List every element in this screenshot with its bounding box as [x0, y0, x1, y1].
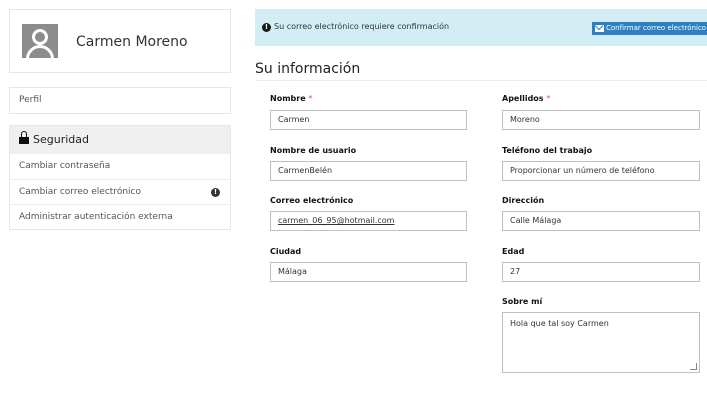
lock-icon	[19, 131, 29, 144]
sidebar-item-change-email-label: Cambiar correo electrónico	[19, 187, 141, 197]
direccion-label: Dirección	[502, 196, 545, 205]
correo-label: Correo electrónico	[270, 196, 354, 205]
sidebar-item-perfil[interactable]: Perfil	[10, 88, 230, 113]
sidebar-item-external-auth[interactable]: Administrar autenticación externa	[10, 204, 230, 229]
nombre-label: Nombre *	[270, 94, 312, 103]
confirm-email-button[interactable]: Confirmar correo electrónico	[592, 22, 707, 35]
telefono-field[interactable]: Proporcionar un número de teléfono	[502, 161, 700, 181]
apellidos-label-text: Apellidos	[502, 94, 544, 103]
sidebar-item-change-password[interactable]: Cambiar contraseña	[10, 154, 230, 179]
section-title: Su información	[255, 61, 361, 77]
apellidos-required-mark: *	[546, 94, 551, 103]
nombre-required-mark: *	[308, 94, 313, 103]
sobre-label: Sobre mí	[502, 297, 543, 306]
security-heading-label: Seguridad	[33, 133, 89, 146]
edad-field[interactable]: 27	[502, 262, 700, 282]
envelope-icon	[595, 25, 604, 32]
warning-icon: !	[211, 188, 220, 197]
correo-value: carmen_06_95@hotmail.com	[278, 216, 395, 225]
sobre-value: Hola que tal soy Carmen	[510, 319, 609, 328]
apellidos-label: Apellidos *	[502, 94, 550, 103]
confirm-email-button-label: Confirmar correo electrónico	[606, 24, 707, 32]
sobre-textarea[interactable]: Hola que tal soy Carmen	[502, 312, 700, 373]
alert-message: Su correo electrónico requiere confirmac…	[274, 22, 450, 31]
resize-handle[interactable]	[690, 363, 697, 370]
direccion-field[interactable]: Calle Málaga	[502, 211, 700, 231]
nombre-field[interactable]: Carmen	[270, 110, 467, 130]
usuario-field[interactable]: CarmenBelén	[270, 161, 467, 181]
ciudad-label: Ciudad	[270, 247, 302, 256]
title-divider	[255, 80, 707, 81]
ciudad-field[interactable]: Málaga	[270, 262, 467, 282]
usuario-label: Nombre de usuario	[270, 146, 357, 155]
security-nav: Seguridad Cambiar contraseña Cambiar cor…	[9, 125, 231, 230]
edad-label: Edad	[502, 247, 525, 256]
profile-name: Carmen Moreno	[76, 34, 188, 50]
nombre-label-text: Nombre	[270, 94, 306, 103]
correo-field[interactable]: carmen_06_95@hotmail.com	[270, 211, 467, 231]
telefono-label: Teléfono del trabajo	[502, 146, 593, 155]
profile-card: Carmen Moreno	[9, 9, 231, 73]
avatar-icon	[22, 24, 58, 58]
alert-icon: !	[262, 23, 271, 32]
security-heading: Seguridad	[10, 126, 230, 154]
profile-nav: Perfil	[9, 87, 231, 114]
sidebar-item-change-email[interactable]: Cambiar correo electrónico !	[10, 179, 230, 204]
apellidos-field[interactable]: Moreno	[502, 110, 700, 130]
